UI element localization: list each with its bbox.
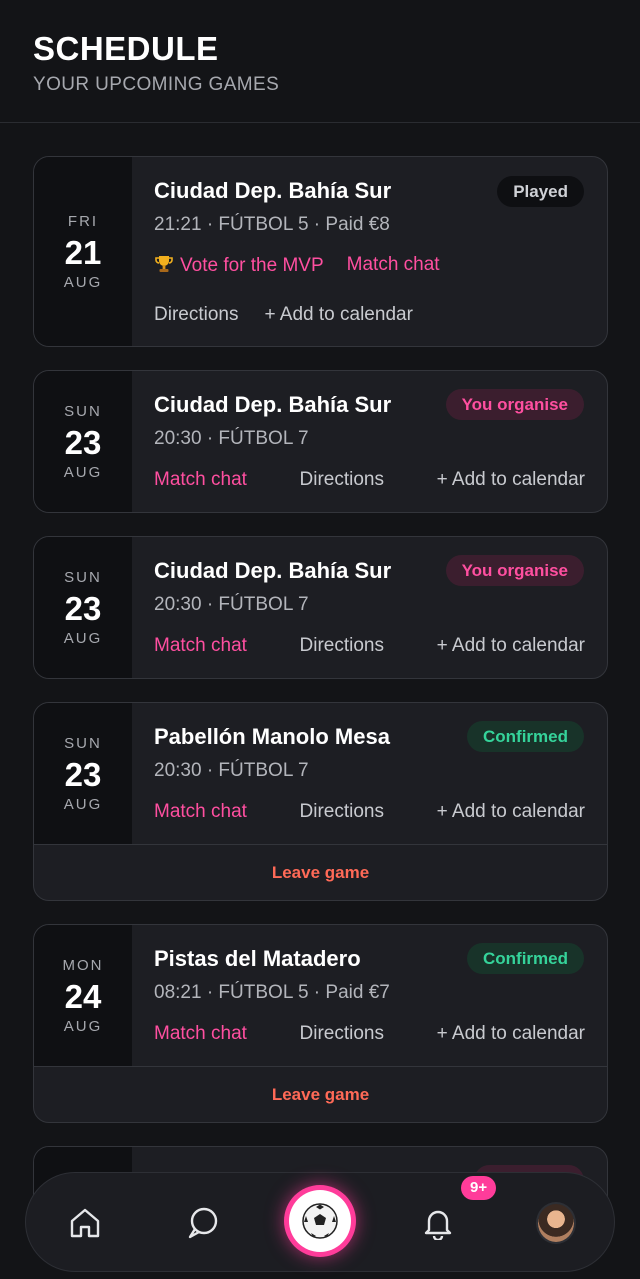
bell-icon (424, 1210, 452, 1240)
add-to-calendar-link[interactable]: + Add to calendar (264, 304, 412, 326)
match-chat-link[interactable]: Match chat (154, 469, 247, 491)
game-meta: 20:30 · FÚTBOL 7 (154, 760, 309, 781)
add-to-calendar-link[interactable]: + Add to calendar (437, 469, 585, 491)
day-number: 21 (64, 233, 102, 271)
game-card[interactable]: SUN 23 AUG Pabellón Manolo Mesa Confirme… (33, 702, 608, 901)
day-number: 23 (64, 423, 102, 461)
bottom-nav: 9+ (25, 1172, 615, 1272)
game-date: SUN 23 AUG (34, 537, 132, 678)
directions-link[interactable]: Directions (300, 801, 384, 823)
game-date: SUN 23 AUG (34, 703, 132, 844)
status-badge: Played (497, 176, 584, 207)
day-of-week: SUN (64, 402, 102, 420)
leave-game-button[interactable]: Leave game (34, 844, 607, 900)
add-to-calendar-link[interactable]: + Add to calendar (437, 1023, 585, 1045)
match-chat-link[interactable]: Match chat (154, 1023, 247, 1045)
month: AUG (63, 273, 103, 291)
game-meta: 21:21 · FÚTBOL 5 · Paid €8 (154, 214, 390, 235)
month: AUG (63, 795, 103, 813)
month: AUG (63, 1017, 103, 1035)
vote-mvp-link[interactable]: Vote for the MVP (154, 254, 324, 277)
match-chat-link[interactable]: Match chat (347, 254, 440, 277)
games-list: FRI 21 AUG Ciudad Dep. Bahía Sur Played … (33, 156, 608, 1279)
chat-tab[interactable] (183, 1203, 223, 1243)
venue-name: Pistas del Matadero (154, 946, 361, 971)
page-title: SCHEDULE (33, 30, 219, 67)
day-of-week: SUN (64, 734, 102, 752)
game-date: MON 24 AUG (34, 925, 132, 1066)
soccer-ball-icon (302, 1203, 338, 1239)
profile-tab[interactable] (536, 1202, 576, 1244)
day-of-week: FRI (67, 212, 99, 230)
leave-game-button[interactable]: Leave game (34, 1066, 607, 1122)
avatar (536, 1202, 576, 1244)
directions-link[interactable]: Directions (300, 469, 384, 491)
page-subtitle: YOUR UPCOMING GAMES (33, 74, 280, 95)
add-to-calendar-link[interactable]: + Add to calendar (437, 801, 585, 823)
add-to-calendar-link[interactable]: + Add to calendar (437, 635, 585, 657)
vote-mvp-label: Vote for the MVP (180, 255, 324, 276)
day-number: 23 (64, 755, 102, 793)
game-meta: 08:21 · FÚTBOL 5 · Paid €7 (154, 982, 390, 1003)
game-card[interactable]: FRI 21 AUG Ciudad Dep. Bahía Sur Played … (33, 156, 608, 347)
match-chat-link[interactable]: Match chat (154, 801, 247, 823)
home-icon (70, 1208, 100, 1238)
directions-link[interactable]: Directions (300, 635, 384, 657)
play-button[interactable] (284, 1185, 356, 1257)
trophy-icon (155, 256, 173, 272)
game-date: SUN 23 AUG (34, 371, 132, 512)
venue-name: Ciudad Dep. Bahía Sur (154, 178, 392, 203)
directions-link[interactable]: Directions (300, 1023, 384, 1045)
venue-name: Pabellón Manolo Mesa (154, 724, 390, 749)
month: AUG (63, 629, 103, 647)
game-card[interactable]: SUN 23 AUG Ciudad Dep. Bahía Sur You org… (33, 536, 608, 679)
day-number: 24 (64, 977, 102, 1015)
notification-badge: 9+ (461, 1176, 497, 1200)
game-card[interactable]: MON 24 AUG Pistas del Matadero Confirmed… (33, 924, 608, 1123)
status-badge: Confirmed (467, 943, 584, 974)
venue-name: Ciudad Dep. Bahía Sur (154, 558, 392, 583)
venue-name: Ciudad Dep. Bahía Sur (154, 392, 392, 417)
match-chat-link[interactable]: Match chat (154, 635, 247, 657)
game-meta: 20:30 · FÚTBOL 7 (154, 428, 309, 449)
day-of-week: MON (62, 956, 104, 974)
page-header: SCHEDULE YOUR UPCOMING GAMES (0, 0, 640, 123)
home-tab[interactable] (65, 1203, 105, 1243)
status-badge: You organise (445, 555, 584, 586)
month: AUG (63, 463, 103, 481)
day-number: 23 (64, 589, 102, 627)
game-meta: 20:30 · FÚTBOL 7 (154, 594, 309, 615)
day-of-week: SUN (64, 568, 102, 586)
directions-link[interactable]: Directions (154, 304, 238, 326)
status-badge: Confirmed (467, 721, 584, 752)
chat-icon (188, 1207, 218, 1239)
status-badge: You organise (445, 389, 584, 420)
notifications-tab[interactable] (418, 1203, 458, 1243)
game-date: FRI 21 AUG (34, 157, 132, 346)
game-card[interactable]: SUN 23 AUG Ciudad Dep. Bahía Sur You org… (33, 370, 608, 513)
